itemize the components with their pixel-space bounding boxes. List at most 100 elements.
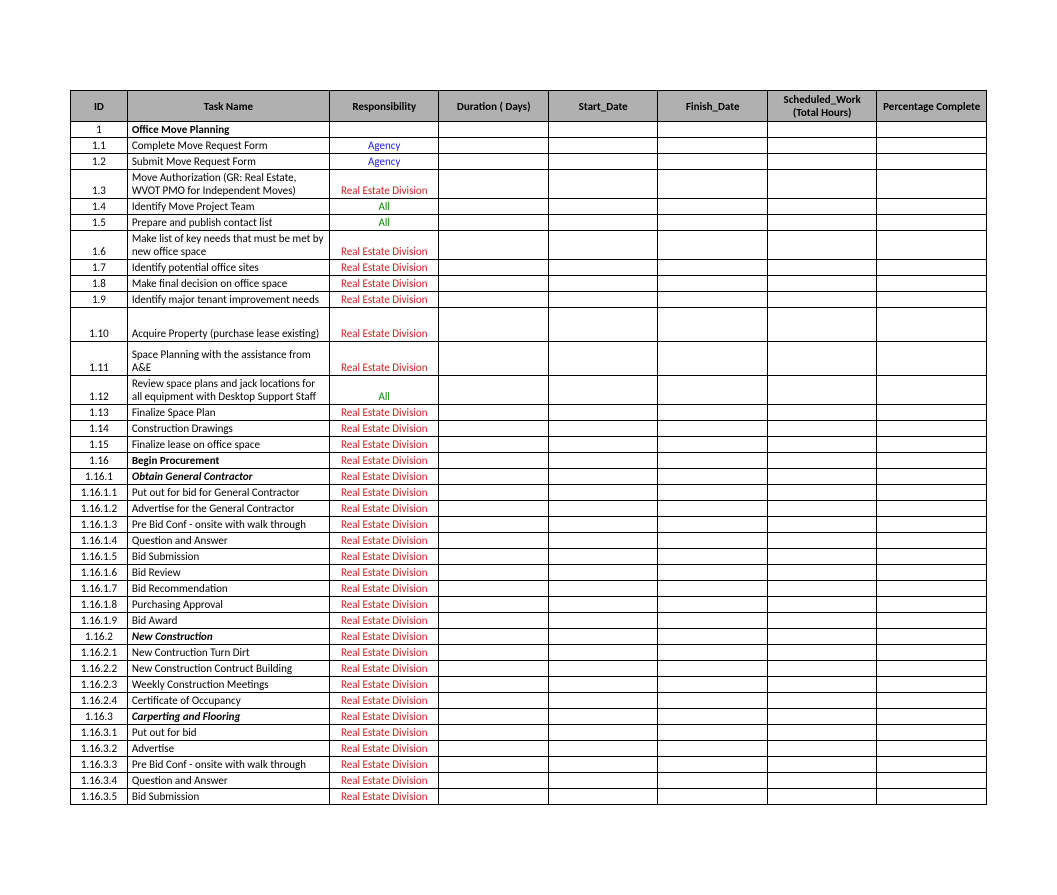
cell-id: 1.11 bbox=[71, 342, 128, 376]
cell-start-date bbox=[548, 693, 657, 709]
cell-hours bbox=[767, 533, 876, 549]
cell-id: 1.16.1.9 bbox=[71, 613, 128, 629]
table-row: 1.16.1.7Bid RecommendationReal Estate Di… bbox=[71, 581, 987, 597]
cell-id: 1.16.2.1 bbox=[71, 645, 128, 661]
table-row: 1.16.1.5Bid SubmissionReal Estate Divisi… bbox=[71, 549, 987, 565]
cell-pct bbox=[877, 276, 987, 292]
cell-pct bbox=[877, 533, 987, 549]
cell-pct bbox=[877, 154, 987, 170]
cell-hours bbox=[767, 661, 876, 677]
cell-id: 1.7 bbox=[71, 260, 128, 276]
cell-id: 1.16.3.4 bbox=[71, 773, 128, 789]
cell-duration bbox=[439, 342, 548, 376]
cell-pct bbox=[877, 773, 987, 789]
cell-id: 1.16.1.7 bbox=[71, 581, 128, 597]
cell-responsibility bbox=[329, 122, 438, 138]
cell-finish-date bbox=[658, 453, 767, 469]
cell-start-date bbox=[548, 308, 657, 342]
cell-finish-date bbox=[658, 725, 767, 741]
cell-pct bbox=[877, 789, 987, 805]
cell-hours bbox=[767, 437, 876, 453]
cell-id: 1.3 bbox=[71, 170, 128, 199]
cell-hours bbox=[767, 453, 876, 469]
header-pct: Percentage Complete bbox=[877, 91, 987, 122]
cell-hours bbox=[767, 789, 876, 805]
cell-duration bbox=[439, 453, 548, 469]
cell-pct bbox=[877, 565, 987, 581]
cell-id: 1.16.2.3 bbox=[71, 677, 128, 693]
table-row: 1.16.1.6Bid ReviewReal Estate Division bbox=[71, 565, 987, 581]
cell-duration bbox=[439, 629, 548, 645]
cell-task-name: Prepare and publish contact list bbox=[127, 215, 329, 231]
cell-duration bbox=[439, 485, 548, 501]
cell-start-date bbox=[548, 597, 657, 613]
cell-start-date bbox=[548, 170, 657, 199]
cell-hours bbox=[767, 677, 876, 693]
cell-task-name: Finalize lease on office space bbox=[127, 437, 329, 453]
table-row: 1.13Finalize Space PlanReal Estate Divis… bbox=[71, 405, 987, 421]
cell-task-name: New Contruction Turn Dirt bbox=[127, 645, 329, 661]
cell-start-date bbox=[548, 549, 657, 565]
cell-id: 1.16.1.6 bbox=[71, 565, 128, 581]
cell-pct bbox=[877, 741, 987, 757]
cell-hours bbox=[767, 154, 876, 170]
cell-responsibility: Real Estate Division bbox=[329, 709, 438, 725]
cell-hours bbox=[767, 741, 876, 757]
table-row: 1.15Finalize lease on office spaceReal E… bbox=[71, 437, 987, 453]
cell-id: 1.1 bbox=[71, 138, 128, 154]
cell-finish-date bbox=[658, 405, 767, 421]
cell-duration bbox=[439, 757, 548, 773]
cell-finish-date bbox=[658, 661, 767, 677]
cell-duration bbox=[439, 308, 548, 342]
cell-finish-date bbox=[658, 677, 767, 693]
cell-pct bbox=[877, 199, 987, 215]
cell-hours bbox=[767, 138, 876, 154]
cell-task-name: Identify potential office sites bbox=[127, 260, 329, 276]
cell-duration bbox=[439, 645, 548, 661]
cell-duration bbox=[439, 170, 548, 199]
header-row: ID Task Name Responsibility Duration ( D… bbox=[71, 91, 987, 122]
cell-id: 1.5 bbox=[71, 215, 128, 231]
cell-task-name: Question and Answer bbox=[127, 773, 329, 789]
cell-pct bbox=[877, 170, 987, 199]
cell-start-date bbox=[548, 565, 657, 581]
cell-hours bbox=[767, 501, 876, 517]
cell-responsibility: Real Estate Division bbox=[329, 308, 438, 342]
table-row: 1.6Make list of key needs that must be m… bbox=[71, 231, 987, 260]
cell-start-date bbox=[548, 376, 657, 405]
cell-finish-date bbox=[658, 276, 767, 292]
cell-start-date bbox=[548, 215, 657, 231]
cell-responsibility: Real Estate Division bbox=[329, 292, 438, 308]
cell-start-date bbox=[548, 789, 657, 805]
header-hours: Scheduled_Work (Total Hours) bbox=[767, 91, 876, 122]
table-row: 1.16.1.1Put out for bid for General Cont… bbox=[71, 485, 987, 501]
cell-pct bbox=[877, 469, 987, 485]
cell-pct bbox=[877, 693, 987, 709]
cell-pct bbox=[877, 501, 987, 517]
cell-start-date bbox=[548, 405, 657, 421]
cell-responsibility: Real Estate Division bbox=[329, 741, 438, 757]
cell-pct bbox=[877, 308, 987, 342]
cell-task-name: Put out for bid for General Contractor bbox=[127, 485, 329, 501]
cell-task-name: New Construction Contruct Building bbox=[127, 661, 329, 677]
cell-task-name: Office Move Planning bbox=[127, 122, 329, 138]
cell-id: 1.16.1 bbox=[71, 469, 128, 485]
cell-pct bbox=[877, 437, 987, 453]
table-row: 1.16.1.4Question and AnswerReal Estate D… bbox=[71, 533, 987, 549]
table-row: 1.16.1Obtain General ContractorReal Esta… bbox=[71, 469, 987, 485]
cell-hours bbox=[767, 292, 876, 308]
cell-pct bbox=[877, 581, 987, 597]
cell-pct bbox=[877, 231, 987, 260]
cell-duration bbox=[439, 260, 548, 276]
cell-start-date bbox=[548, 709, 657, 725]
cell-task-name: Obtain General Contractor bbox=[127, 469, 329, 485]
cell-duration bbox=[439, 138, 548, 154]
cell-task-name: Bid Submission bbox=[127, 789, 329, 805]
cell-hours bbox=[767, 549, 876, 565]
cell-task-name: Identify Move Project Team bbox=[127, 199, 329, 215]
cell-responsibility: Real Estate Division bbox=[329, 565, 438, 581]
table-row: 1.16.1.9Bid AwardReal Estate Division bbox=[71, 613, 987, 629]
cell-pct bbox=[877, 709, 987, 725]
cell-start-date bbox=[548, 757, 657, 773]
cell-id: 1.16.1.3 bbox=[71, 517, 128, 533]
